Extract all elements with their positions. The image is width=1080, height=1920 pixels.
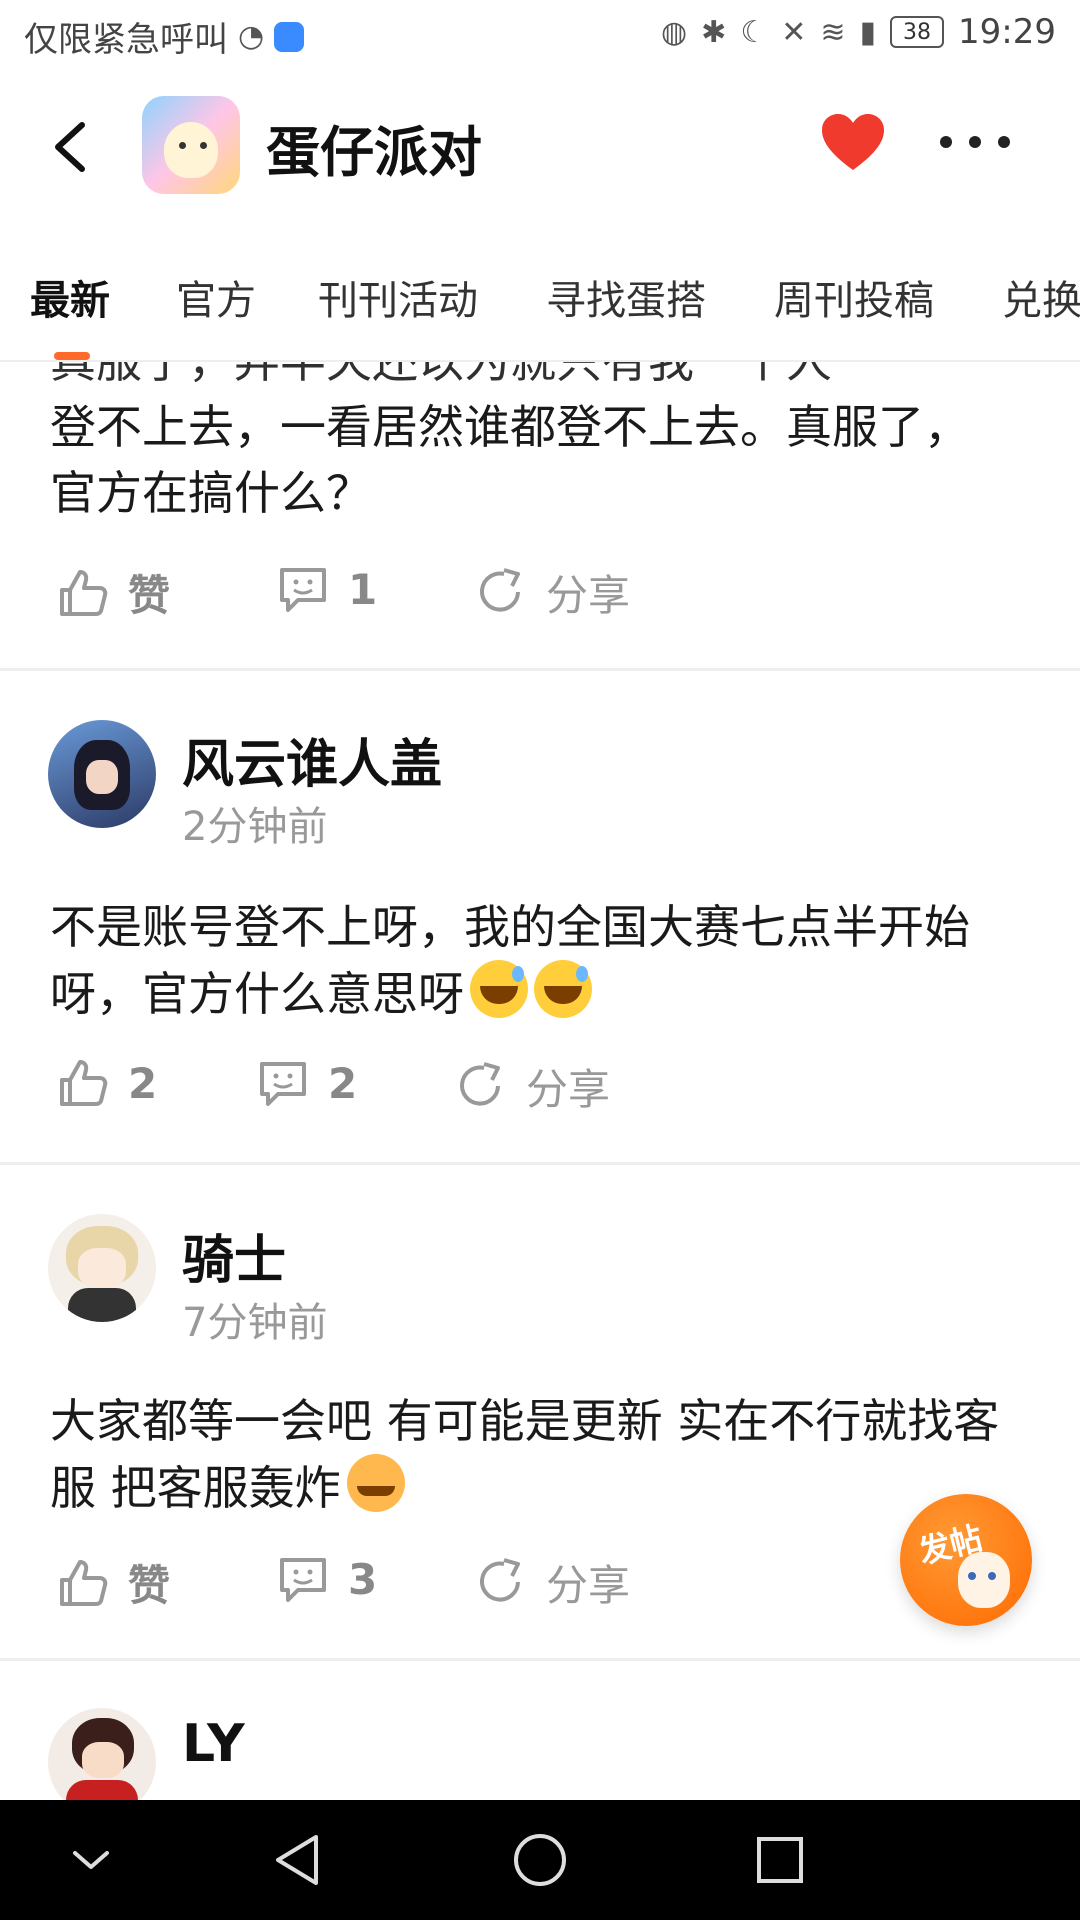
back-arrow-icon: [55, 122, 85, 172]
back-button[interactable]: [40, 112, 100, 182]
moon-icon: ☾: [740, 14, 768, 50]
comment-button[interactable]: 3: [276, 1552, 377, 1606]
share-icon: [480, 567, 520, 612]
post-content-text: 大家都等一会吧 有可能是更新 实在不行就找客服 把客服轰炸: [50, 1394, 1000, 1515]
nav-back-button[interactable]: [262, 1830, 332, 1890]
divider: [0, 668, 1080, 671]
tab-weekly-submission[interactable]: 周刊投稿: [774, 268, 934, 326]
thumbs-up-icon: [60, 1060, 108, 1106]
nav-home-button[interactable]: [505, 1830, 575, 1890]
divider: [0, 1658, 1080, 1661]
nav-recents-icon: [757, 1837, 803, 1883]
share-button[interactable]: 分享: [474, 562, 630, 623]
post-content-partial: 真服了，弄半天还以为就只有我一个人: [0, 362, 1060, 394]
sweat-smile-emoji-icon: [534, 960, 592, 1018]
comment-button[interactable]: 1: [276, 562, 377, 616]
tab-official[interactable]: 官方: [176, 268, 256, 326]
like-count: 2: [128, 1058, 158, 1108]
comment-icon: [280, 568, 326, 612]
app-icon: [142, 96, 240, 194]
comment-count: 1: [348, 564, 378, 614]
sweat-smile-emoji-icon: [470, 960, 528, 1018]
new-post-button[interactable]: 发帖: [900, 1494, 1032, 1626]
like-label: 赞: [128, 1561, 171, 1610]
heart-icon: [822, 114, 884, 170]
carrier-text: 仅限紧急呼叫: [24, 20, 228, 60]
avatar[interactable]: [48, 1214, 156, 1322]
tab-activities[interactable]: 刊刊活动: [318, 268, 478, 326]
follow-heart-button[interactable]: [818, 108, 888, 178]
comment-button[interactable]: 2: [256, 1056, 357, 1110]
status-time: 19:29: [958, 12, 1056, 52]
share-label: 分享: [546, 571, 631, 620]
signal-icon: ▮: [859, 14, 877, 50]
nav-collapse-icon: [73, 1851, 109, 1869]
post-time: 2分钟前: [182, 804, 328, 850]
share-icon: [480, 1557, 520, 1602]
nav-back-icon: [276, 1835, 318, 1885]
post-time: 7分钟前: [182, 1300, 328, 1346]
tab-latest[interactable]: 最新: [30, 268, 110, 326]
avatar[interactable]: [48, 1708, 156, 1800]
comment-count: 2: [328, 1058, 358, 1108]
bluetooth-icon: ✱: [701, 14, 727, 50]
share-label: 分享: [526, 1065, 611, 1114]
like-button[interactable]: 2: [56, 1056, 157, 1110]
thumbs-up-icon: [60, 569, 108, 616]
comment-count: 3: [348, 1554, 378, 1604]
post-content: 登不上去，一看居然谁都登不上去。真服了，官方在搞什么？: [50, 400, 970, 520]
tab-indicator: [54, 352, 90, 360]
like-button[interactable]: 赞: [56, 562, 170, 623]
post-actions: 2 2 分享: [0, 1056, 1080, 1136]
status-left: 仅限紧急呼叫 ◔: [24, 12, 305, 61]
share-icon: [460, 1061, 500, 1106]
divider: [0, 1162, 1080, 1165]
share-button[interactable]: 分享: [474, 1552, 630, 1613]
post-content: 不是账号登不上呀，我的全国大赛七点半开始呀，官方什么意思呀: [0, 894, 1060, 1027]
clock-app-icon: ◔: [238, 19, 265, 54]
tab-redeem[interactable]: 兑换: [1002, 268, 1080, 326]
thumbs-up-icon: [60, 1559, 108, 1606]
mute-icon: ✕: [781, 14, 807, 50]
nav-home-icon: [514, 1834, 566, 1886]
page-title: 蛋仔派对: [266, 121, 482, 184]
like-label: 赞: [128, 571, 171, 620]
nav-recents-button[interactable]: [745, 1830, 815, 1890]
status-right: ◍ ✱ ☾ ✕ ≋ ▮ 38 19:29: [661, 12, 1056, 52]
like-button[interactable]: 赞: [56, 1552, 170, 1613]
tab-bar: 最新 官方 刊刊活动 寻找蛋搭 周刊投稿 兑换: [0, 258, 1080, 358]
username[interactable]: LY: [182, 1714, 245, 1774]
comment-icon: [280, 1558, 326, 1602]
angry-steam-emoji-icon: [346, 1454, 405, 1512]
username[interactable]: 骑士: [182, 1218, 286, 1293]
wifi-icon: ≋: [820, 14, 846, 50]
mascot-icon: [958, 1552, 1010, 1608]
post-actions: 赞 1 分享: [0, 562, 1080, 642]
share-button[interactable]: 分享: [454, 1056, 610, 1117]
post-content: 大家都等一会吧 有可能是更新 实在不行就找客服 把客服轰炸: [0, 1388, 1060, 1521]
nav-collapse-button[interactable]: [56, 1830, 126, 1890]
more-button[interactable]: [940, 122, 1010, 162]
share-label: 分享: [546, 1561, 631, 1610]
status-bar: 仅限紧急呼叫 ◔ ◍ ✱ ☾ ✕ ≋ ▮ 38 19:29: [0, 0, 1080, 72]
comment-icon: [260, 1062, 306, 1106]
battery-icon: 38: [890, 16, 945, 48]
avatar[interactable]: [48, 720, 156, 828]
header: 蛋仔派对: [0, 72, 1080, 222]
nfc-icon: ◍: [660, 14, 688, 50]
shield-icon: [274, 21, 305, 52]
username[interactable]: 风云谁人盖: [182, 722, 442, 797]
more-icon: [940, 136, 952, 148]
system-nav-bar: [0, 1800, 1080, 1920]
tab-find-partner[interactable]: 寻找蛋搭: [546, 268, 706, 326]
